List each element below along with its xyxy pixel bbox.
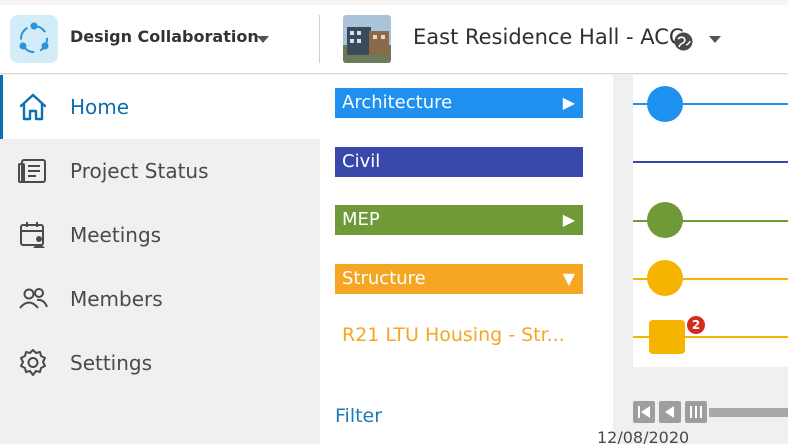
globe-icon[interactable]	[674, 32, 693, 51]
sidebar-item-settings[interactable]: Settings	[0, 331, 320, 395]
timeline-panel: 2	[613, 75, 788, 444]
discipline-civil[interactable]: Civil	[335, 147, 583, 177]
expand-arrow-icon[interactable]: ▶	[563, 88, 575, 117]
sidebar-item-members[interactable]: Members	[0, 267, 320, 331]
header-bar: Design Collaboration East Residence Hall…	[0, 5, 788, 74]
timeline-date: 12/08/2020	[597, 428, 690, 444]
chevron-down-icon[interactable]	[257, 36, 269, 43]
members-icon	[17, 283, 49, 315]
structure-model-item[interactable]: R21 LTU Housing - Str...	[342, 324, 565, 346]
home-icon	[17, 91, 49, 123]
slider-handle-icon[interactable]	[685, 401, 707, 423]
sidebar: Home Project Status Meetings Members Set…	[0, 75, 320, 444]
discipline-panel: Architecture ▶ Civil MEP ▶ Structure ▼ R…	[320, 75, 613, 444]
discipline-label: Architecture	[342, 92, 453, 113]
sidebar-item-label: Meetings	[70, 223, 162, 247]
project-name[interactable]: East Residence Hall - ACC	[413, 25, 684, 49]
timeline-slider-track[interactable]	[709, 408, 788, 417]
step-back-icon[interactable]	[659, 401, 681, 423]
project-chevron-down-icon[interactable]	[709, 36, 721, 43]
discipline-label: MEP	[342, 209, 380, 230]
notification-badge: 2	[685, 314, 707, 336]
skip-to-start-icon[interactable]	[633, 401, 655, 423]
sidebar-item-project-status[interactable]: Project Status	[0, 139, 320, 203]
civil-timeline-line	[633, 161, 788, 163]
structure-timeline-marker[interactable]	[647, 260, 683, 296]
sidebar-item-label: Settings	[70, 351, 153, 375]
timeline-area: 2	[633, 75, 788, 367]
timeline-controls	[633, 401, 788, 425]
expand-arrow-icon[interactable]: ▶	[563, 205, 575, 234]
discipline-label: Structure	[342, 268, 426, 289]
model-package-marker[interactable]: 2	[649, 314, 707, 354]
design-collaboration-logo-icon	[10, 15, 58, 63]
architecture-timeline-marker[interactable]	[647, 86, 683, 122]
calendar-icon	[17, 219, 49, 251]
header-divider	[319, 15, 320, 63]
sidebar-item-label: Home	[70, 95, 130, 119]
discipline-structure[interactable]: Structure ▼	[335, 264, 583, 294]
discipline-architecture[interactable]: Architecture ▶	[335, 88, 583, 118]
app-name: Design Collaboration	[70, 27, 259, 46]
sidebar-item-label: Members	[70, 287, 163, 311]
discipline-label: Civil	[342, 151, 381, 172]
project-thumbnail[interactable]	[343, 15, 391, 63]
sidebar-item-home[interactable]: Home	[0, 75, 320, 139]
sidebar-item-meetings[interactable]: Meetings	[0, 203, 320, 267]
app-switcher[interactable]: Design Collaboration	[0, 5, 320, 74]
project-status-icon	[17, 155, 49, 187]
gear-icon	[17, 347, 49, 379]
collapse-arrow-icon[interactable]: ▼	[563, 264, 575, 293]
sidebar-item-label: Project Status	[70, 159, 209, 183]
mep-timeline-marker[interactable]	[647, 202, 683, 238]
filter-link[interactable]: Filter	[335, 405, 382, 427]
discipline-mep[interactable]: MEP ▶	[335, 205, 583, 235]
